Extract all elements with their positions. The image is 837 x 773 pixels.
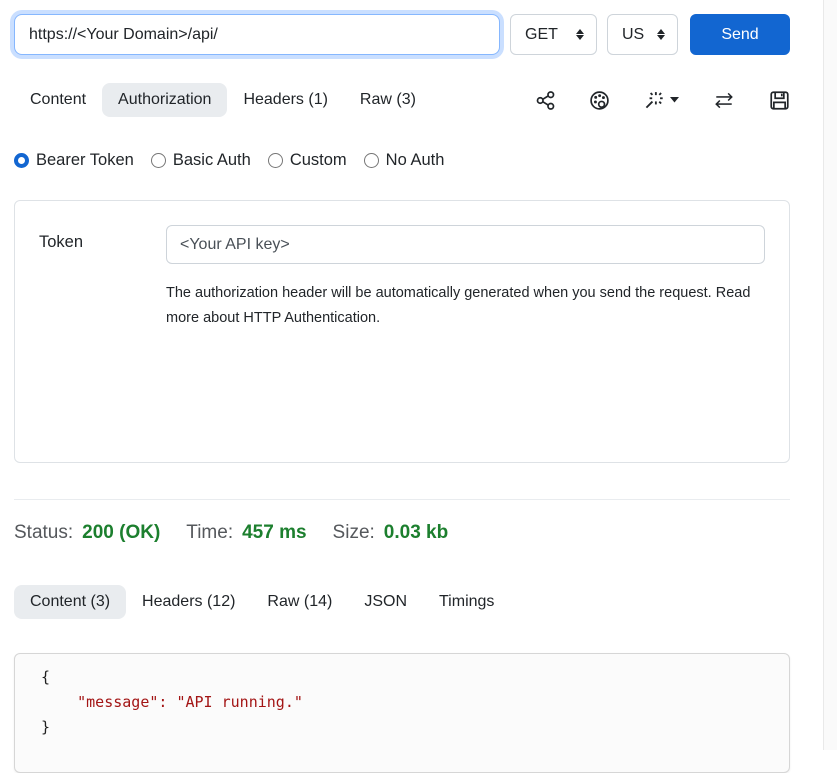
radio-custom[interactable]: Custom	[268, 151, 347, 170]
auth-panel: Token The authorization header will be a…	[14, 200, 790, 463]
tab-authorization[interactable]: Authorization	[102, 83, 227, 117]
method-select-value: GET	[525, 26, 558, 44]
radio-checked-icon	[14, 153, 29, 168]
tab-response-headers[interactable]: Headers (12)	[126, 585, 251, 619]
json-separator: :	[158, 693, 176, 711]
tab-content[interactable]: Content	[14, 83, 102, 117]
auth-type-options: Bearer Token Basic Auth Custom No Auth	[14, 151, 444, 170]
auth-helper-text: The authorization header will be automat…	[166, 281, 758, 331]
tab-response-json[interactable]: JSON	[348, 585, 423, 619]
tab-response-content[interactable]: Content (3)	[14, 585, 126, 619]
size-value: 0.03 kb	[384, 522, 448, 544]
save-icon[interactable]	[769, 90, 790, 111]
region-select[interactable]: US	[607, 14, 678, 55]
share-icon[interactable]	[535, 90, 556, 111]
radio-no-auth[interactable]: No Auth	[364, 151, 445, 170]
status-code: Status: 200 (OK)	[14, 522, 160, 544]
radio-basic-auth[interactable]: Basic Auth	[151, 151, 251, 170]
json-response: { "message": "API running." }	[41, 665, 789, 740]
radio-unchecked-icon	[151, 153, 166, 168]
send-button[interactable]: Send	[690, 14, 790, 55]
tab-headers[interactable]: Headers (1)	[227, 83, 343, 117]
caret-down-icon	[670, 97, 679, 103]
url-input[interactable]	[14, 14, 500, 55]
toolbar	[535, 90, 790, 111]
json-key: "message"	[77, 693, 158, 711]
response-time: Time: 457 ms	[186, 522, 306, 544]
response-tabs: Content (3) Headers (12) Raw (14) JSON T…	[14, 585, 510, 619]
radio-label: No Auth	[386, 151, 445, 170]
json-close-brace: }	[41, 718, 50, 736]
request-tabs: Content Authorization Headers (1) Raw (3…	[14, 83, 790, 117]
palette-icon[interactable]	[589, 90, 610, 111]
radio-unchecked-icon	[364, 153, 379, 168]
response-body: { "message": "API running." }	[14, 653, 790, 773]
response-status-bar: Status: 200 (OK) Time: 457 ms Size: 0.03…	[14, 522, 448, 544]
token-label: Token	[39, 225, 166, 331]
request-bar: GET US Send	[14, 14, 790, 55]
tab-response-timings[interactable]: Timings	[423, 585, 510, 619]
radio-bearer-token[interactable]: Bearer Token	[14, 151, 134, 170]
json-value: "API running."	[176, 693, 302, 711]
swap-arrows-icon[interactable]	[712, 91, 736, 110]
magic-wand-icon[interactable]	[643, 90, 679, 111]
json-open-brace: {	[41, 668, 50, 686]
select-updown-icon	[657, 29, 665, 40]
radio-label: Bearer Token	[36, 151, 134, 170]
time-label: Time:	[186, 522, 233, 544]
status-value: 200 (OK)	[82, 522, 160, 544]
response-size: Size: 0.03 kb	[333, 522, 449, 544]
size-label: Size:	[333, 522, 375, 544]
json-indent	[41, 693, 77, 711]
radio-label: Custom	[290, 151, 347, 170]
time-value: 457 ms	[242, 522, 306, 544]
status-label: Status:	[14, 522, 73, 544]
region-select-value: US	[622, 26, 644, 44]
method-select[interactable]: GET	[510, 14, 597, 55]
radio-unchecked-icon	[268, 153, 283, 168]
tab-raw[interactable]: Raw (3)	[344, 83, 432, 117]
scrollbar-track[interactable]	[823, 0, 837, 750]
select-updown-icon	[576, 29, 584, 40]
radio-label: Basic Auth	[173, 151, 251, 170]
tab-response-raw[interactable]: Raw (14)	[251, 585, 348, 619]
section-divider	[14, 499, 790, 500]
token-input[interactable]	[166, 225, 765, 264]
